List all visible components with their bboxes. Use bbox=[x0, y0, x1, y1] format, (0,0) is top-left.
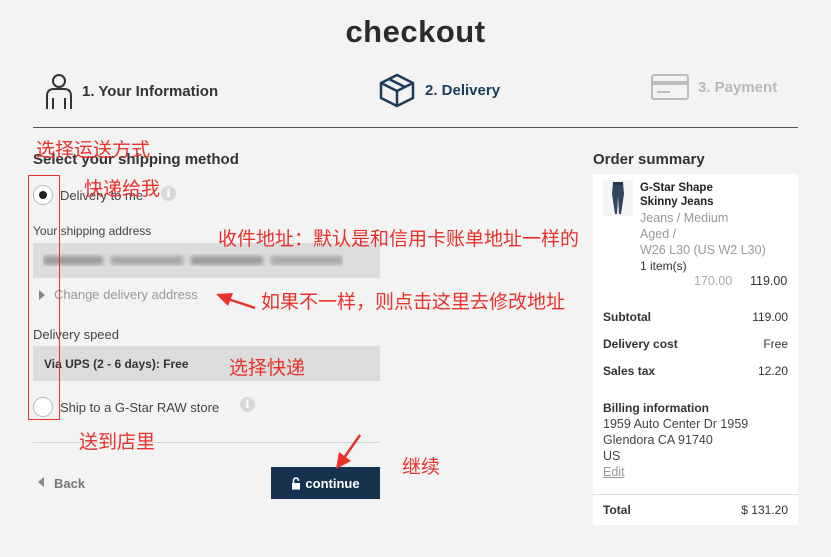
annotation-arrows bbox=[216, 293, 362, 469]
arrow-icon bbox=[216, 293, 256, 310]
arrow-icon bbox=[336, 434, 362, 469]
